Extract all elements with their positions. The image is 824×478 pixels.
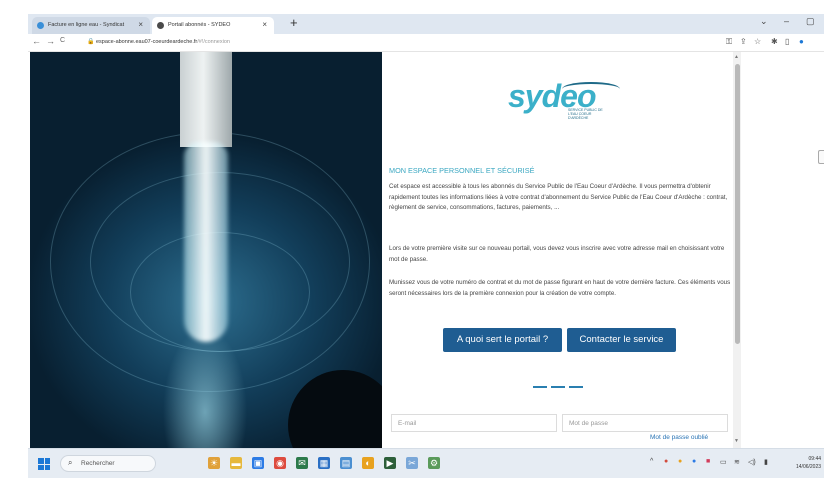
display-icon[interactable]: ▭ xyxy=(720,458,727,466)
tab-favicon-icon xyxy=(157,22,164,29)
star-icon[interactable]: ☆ xyxy=(754,37,761,46)
carousel-indicator[interactable] xyxy=(569,386,583,388)
water-jet-image xyxy=(184,142,228,342)
hero-water-image xyxy=(30,52,382,448)
key-icon[interactable]: ⚿ xyxy=(726,37,732,47)
browser-tab-portail[interactable]: Portail abonnés - SYDEO × xyxy=(152,17,274,34)
extension-icon[interactable]: ✱ xyxy=(771,37,778,46)
browser-tab-facture[interactable]: Facture en ligne eau - Syndicat × xyxy=(32,17,150,34)
search-icon: ⌕ xyxy=(68,458,73,467)
first-visit-paragraph: Lors de votre première visite sur ce nou… xyxy=(389,245,725,263)
intro-paragraph: Cet espace est accessible à tous les abo… xyxy=(389,183,728,211)
tray-app-icon[interactable]: ● xyxy=(678,458,682,465)
back-button[interactable]: ← xyxy=(32,36,41,46)
carousel-indicator[interactable] xyxy=(551,386,565,388)
maximize-button[interactable]: ▢ xyxy=(806,16,815,27)
windows-taskbar: ⌕ Rechercher ☀ ▬ ▣ ◉ ✉ ▦ ▤ ◐ ▶ ✂ ⚙ ^ ● ● ● ■ ▭ ≋ ◁… xyxy=(28,448,824,478)
tray-chevron-icon[interactable]: ^ xyxy=(650,458,653,465)
tray-app-icon[interactable]: ■ xyxy=(706,458,710,465)
carousel-indicator[interactable] xyxy=(533,386,547,388)
media-icon[interactable]: ▶ xyxy=(384,457,396,469)
new-tab-button[interactable]: + xyxy=(290,15,298,30)
taskbar-search-label: Rechercher xyxy=(81,460,115,467)
paint-icon[interactable]: ◐ xyxy=(362,457,374,469)
taskbar-search[interactable]: ⌕ Rechercher xyxy=(60,455,156,472)
settings-icon[interactable]: ⚙ xyxy=(428,457,440,469)
url-path: /#!/connexion xyxy=(197,39,230,45)
weather-app-icon[interactable]: ☀ xyxy=(208,457,220,469)
share-icon[interactable]: ⇪ xyxy=(740,37,747,46)
forgot-password-link[interactable]: Mot de passe oublié xyxy=(650,434,708,441)
tab-favicon-icon xyxy=(37,22,44,29)
wifi-icon[interactable]: ≋ xyxy=(734,458,740,466)
contract-info-paragraph: Munissez vous de votre numéro de contrat… xyxy=(389,279,731,297)
about-portal-button[interactable]: A quoi sert le portail ? xyxy=(443,328,562,352)
chrome-icon[interactable]: ◉ xyxy=(274,457,286,469)
volume-icon[interactable]: ◁) xyxy=(748,458,756,466)
tray-app-icon[interactable]: ● xyxy=(692,458,696,465)
taskbar-clock[interactable]: 09:44 14/06/2023 xyxy=(796,455,821,471)
tab-label: Facture en ligne eau - Syndicat xyxy=(48,22,125,28)
reload-button[interactable]: C xyxy=(60,37,65,44)
close-tab-icon[interactable]: × xyxy=(262,20,267,29)
tray-app-icon[interactable]: ● xyxy=(664,458,668,465)
scroll-down-icon[interactable]: ▼ xyxy=(734,438,739,444)
file-explorer-icon[interactable]: ▬ xyxy=(230,457,242,469)
tab-search-icon[interactable]: ⌄ xyxy=(760,16,768,27)
sydeo-logo: sydeo SERVICE PUBLIC DE L'EAU COEUR D'AR… xyxy=(508,78,620,122)
scrollbar-thumb[interactable] xyxy=(734,64,740,344)
contact-service-button[interactable]: Contacter le service xyxy=(567,328,676,352)
clock-time: 09:44 xyxy=(808,456,822,462)
scroll-up-icon[interactable]: ▲ xyxy=(734,54,739,60)
dark-object-image xyxy=(288,370,382,448)
notes-icon[interactable]: ▤ xyxy=(340,457,352,469)
windows-start-icon[interactable] xyxy=(38,458,50,470)
page-scrollbar[interactable]: ▲ ▼ xyxy=(733,52,741,448)
calendar-icon[interactable]: ▦ xyxy=(318,457,330,469)
lock-icon: 🔒 xyxy=(87,39,95,45)
url-host: espace-abonne.eau07-coeurdeardeche.fr xyxy=(96,39,198,45)
close-tab-icon[interactable]: × xyxy=(138,20,143,29)
password-field[interactable]: Mot de passe xyxy=(562,414,728,432)
forward-button[interactable]: → xyxy=(46,36,55,46)
sidebar-icon[interactable]: ▯ xyxy=(785,37,789,46)
address-bar[interactable]: 🔒 espace-abonne.eau07-coeurdeardeche.fr/… xyxy=(84,36,724,49)
screenshot-frame: Facture en ligne eau - Syndicat × Portai… xyxy=(0,0,824,478)
profile-icon[interactable]: ● xyxy=(799,37,804,46)
minimize-button[interactable]: – xyxy=(784,16,789,26)
browser-tab-strip: Facture en ligne eau - Syndicat × Portai… xyxy=(28,14,824,34)
pipe-image xyxy=(180,52,232,147)
browser-toolbar: ← → C 🔒 espace-abonne.eau07-coeurdeardec… xyxy=(28,34,824,52)
email-field[interactable]: E-mail xyxy=(391,414,557,432)
page-heading: MON ESPACE PERSONNEL ET SÉCURISÉ xyxy=(389,166,535,175)
clock-date: 14/06/2023 xyxy=(796,464,822,470)
battery-icon[interactable]: ▮ xyxy=(764,458,768,466)
tab-label: Portail abonnés - SYDEO xyxy=(168,22,231,28)
mail-icon[interactable]: ✉ xyxy=(296,457,308,469)
logo-tagline: SERVICE PUBLIC DE L'EAU COEUR D'ARDÈCHE xyxy=(568,108,603,120)
store-icon[interactable]: ▣ xyxy=(252,457,264,469)
side-panel-handle[interactable] xyxy=(818,150,824,164)
snipping-icon[interactable]: ✂ xyxy=(406,457,418,469)
